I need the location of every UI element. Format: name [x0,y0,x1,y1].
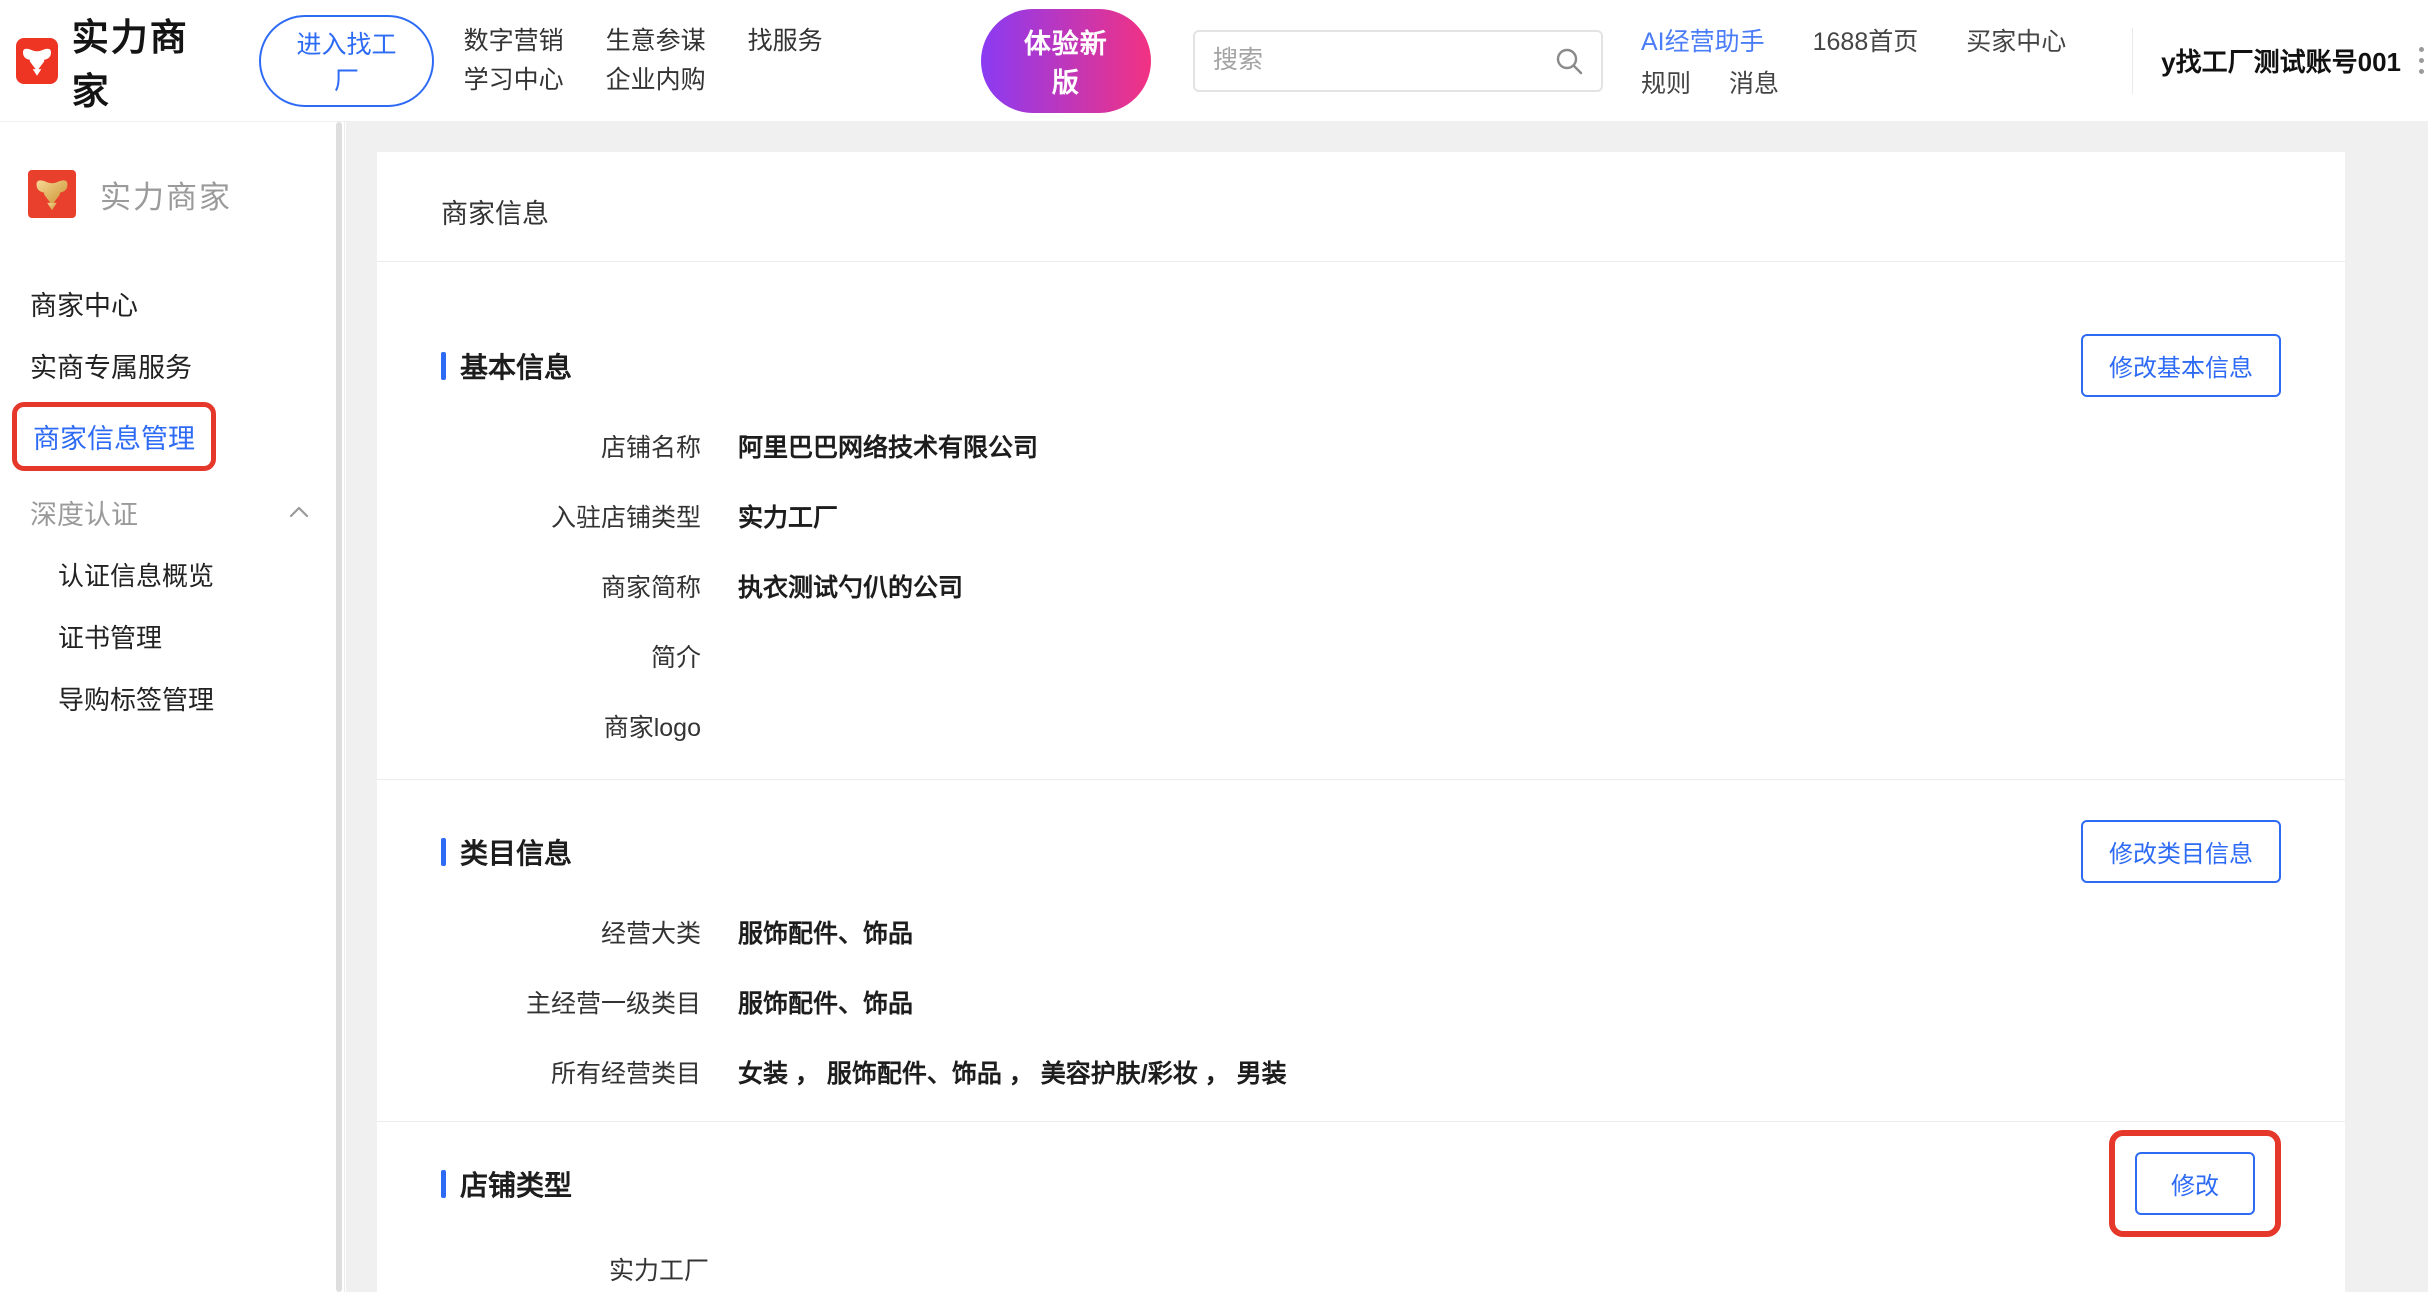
link-buyer-center[interactable]: 买家中心 [1966,22,2066,58]
top-header: 实力商家 进入找工厂 数字营销 学习中心 生意参谋 企业内购 找服务 体验新版 [0,0,2428,122]
sidebar-item-exclusive-services[interactable]: 实商专属服务 [0,334,344,396]
chevron-up-icon [288,505,310,519]
sidebar-menu: 商家中心 实商专属服务 商家信息管理 深度认证 认证信息概览 证书管理 导购标 [0,272,344,729]
account-name[interactable]: y找工厂测试账号001 [2161,42,2401,79]
app-root: 实力商家 进入找工厂 数字营销 学习中心 生意参谋 企业内购 找服务 体验新版 [0,0,2428,1292]
edit-shop-type-annotation: 修改 [2109,1130,2281,1237]
sidebar-bull-logo-icon [28,170,76,218]
shop-type-value: 实力工厂 [441,1241,2281,1292]
nav-col-services: 找服务 [748,22,823,100]
search-icon[interactable] [1553,45,1585,77]
enter-find-factory-button[interactable]: 进入找工厂 [259,15,433,107]
search-input[interactable] [1195,46,1553,75]
field-row-shop-entry-type: 入驻店铺类型 实力工厂 [441,481,2281,551]
section-category-info: 类目信息 修改类目信息 经营大类 服饰配件、饰品 主经营一级类目 服饰配件、饰品… [377,820,2345,1107]
sidebar-subitem-guide-label-mgmt[interactable]: 导购标签管理 [0,667,344,729]
bull-logo-icon [16,38,58,84]
nav-find-services[interactable]: 找服务 [748,22,823,61]
sidebar: 实力商家 商家中心 实商专属服务 商家信息管理 深度认证 认证信息概览 [0,122,345,1292]
sidebar-item-merchant-info-mgmt: 商家信息管理 [33,417,195,456]
try-new-version-button[interactable]: 体验新版 [981,9,1151,113]
nav-learning-center[interactable]: 学习中心 [464,61,564,100]
link-rules[interactable]: 规则 [1641,64,1691,100]
section-divider [377,1121,2345,1122]
sidebar-scrollbar[interactable] [336,122,342,1292]
section-accent-bar [441,1170,446,1198]
header-nav: 数字营销 学习中心 生意参谋 企业内购 找服务 [464,22,823,100]
basic-info-title: 基本信息 [441,346,572,386]
sidebar-item-merchant-center[interactable]: 商家中心 [0,272,344,334]
link-messages[interactable]: 消息 [1729,64,1779,100]
section-basic-info: 基本信息 修改基本信息 店铺名称 阿里巴巴网络技术有限公司 入驻店铺类型 实力工… [377,334,2345,761]
link-ai-assistant[interactable]: AI经营助手 [1641,22,1765,58]
sidebar-subitem-cert-mgmt[interactable]: 证书管理 [0,605,344,667]
field-row-primary-level1-category: 主经营一级类目 服饰配件、饰品 [441,967,2281,1037]
nav-digital-marketing[interactable]: 数字营销 [464,22,564,61]
edit-category-info-button[interactable]: 修改类目信息 [2081,820,2281,883]
field-row-all-categories: 所有经营类目 女装 ， 服饰配件、饰品 ， 美容护肤/彩妆 ， 男装 [441,1037,2281,1107]
field-row-shop-name: 店铺名称 阿里巴巴网络技术有限公司 [441,411,2281,481]
shop-type-title: 店铺类型 [441,1164,572,1204]
section-shop-type: 店铺类型 修改 实力工厂 [377,1130,2345,1292]
sidebar-item-merchant-info-mgmt-annotated[interactable]: 商家信息管理 [12,402,216,471]
edit-shop-type-button[interactable]: 修改 [2135,1152,2255,1215]
sidebar-brand: 实力商家 [0,170,344,218]
edit-basic-info-button[interactable]: 修改基本信息 [2081,334,2281,397]
field-row-merchant-logo: 商家logo [441,691,2281,761]
merchant-info-card: 商家信息 基本信息 修改基本信息 店铺名称 阿里巴巴网络技术有限公司 [377,152,2345,1292]
nav-business-advisor[interactable]: 生意参谋 [606,22,706,61]
section-accent-bar [441,352,446,380]
sidebar-group-deep-certification[interactable]: 深度认证 [0,481,344,543]
section-accent-bar [441,838,446,866]
nav-col-advisor: 生意参谋 企业内购 [606,22,706,100]
sidebar-brand-title: 实力商家 [100,172,232,217]
main-content: 商家信息 基本信息 修改基本信息 店铺名称 阿里巴巴网络技术有限公司 [346,122,2428,1292]
field-row-intro: 简介 [441,621,2281,691]
account-menu-kebab-icon[interactable] [2415,43,2428,78]
field-row-merchant-short-name: 商家简称 执衣测试勺仈的公司 [441,551,2281,621]
link-1688-home[interactable]: 1688首页 [1813,22,1919,58]
header-divider [2132,28,2133,94]
nav-enterprise-purchase[interactable]: 企业内购 [606,61,706,100]
nav-col-marketing: 数字营销 学习中心 [464,22,564,100]
brand-title: 实力商家 [72,7,214,115]
section-divider [377,779,2345,780]
page-title: 商家信息 [377,152,2345,262]
header-quick-links: AI经营助手 1688首页 买家中心 规则 消息 [1641,22,2066,100]
category-info-title: 类目信息 [441,832,572,872]
sidebar-subitem-cert-overview[interactable]: 认证信息概览 [0,543,344,605]
header-brand[interactable]: 实力商家 [16,7,213,115]
search-box [1193,30,1603,92]
field-row-main-category: 经营大类 服饰配件、饰品 [441,897,2281,967]
